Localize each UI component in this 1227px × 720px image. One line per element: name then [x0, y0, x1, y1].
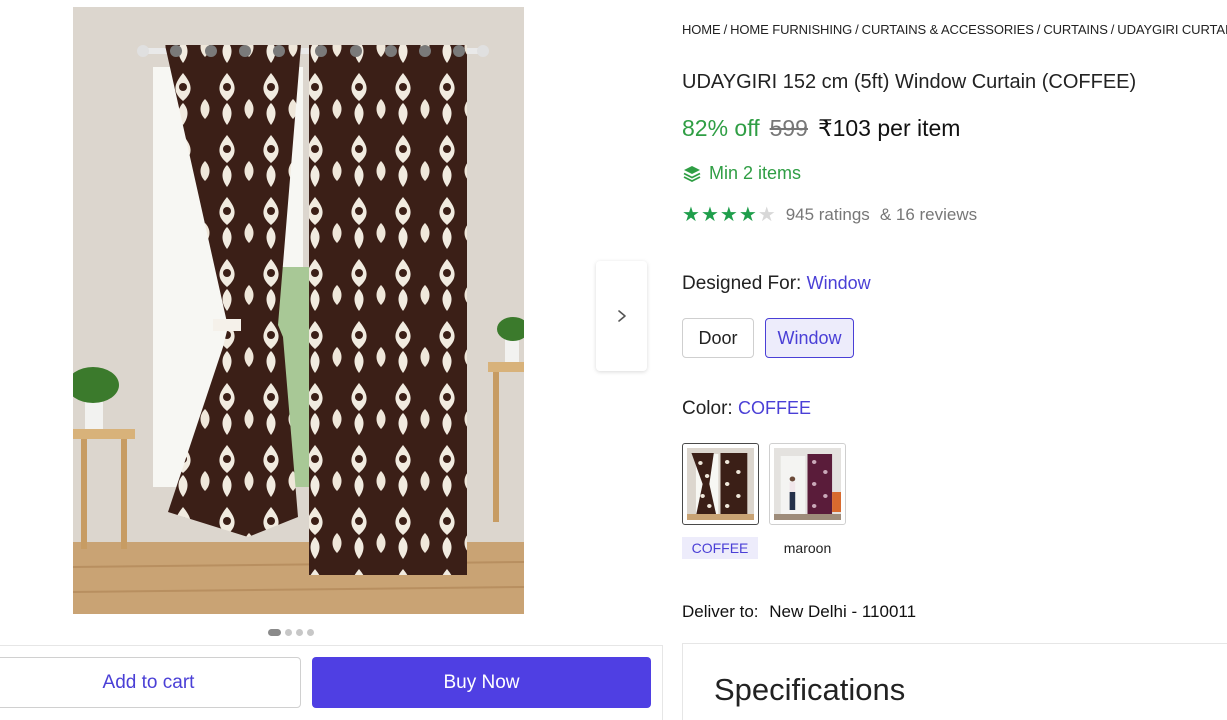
product-gallery: Add to cart Buy Now [0, 0, 665, 720]
carousel-dots [268, 629, 314, 636]
star-rating: ★ ★ ★ ★ ★ [682, 205, 776, 225]
color-swatch-coffee[interactable] [682, 443, 759, 525]
deliver-to-label: Deliver to: [682, 602, 759, 621]
stack-layers-icon [683, 165, 701, 182]
min-items-badge: Min 2 items [682, 163, 801, 184]
option-door[interactable]: Door [682, 318, 754, 358]
color-label: Color: COFFEE [682, 398, 811, 420]
breadcrumb-home[interactable]: HOME [682, 22, 721, 37]
color-swatch-label-coffee[interactable]: COFFEE [682, 537, 758, 559]
curtain-photo [73, 7, 524, 614]
selling-price: ₹103 per item [817, 115, 961, 141]
designed-for-value: Window [806, 273, 871, 293]
star-icon: ★ [738, 204, 757, 226]
delivery-row: Deliver to: New Delhi - 110011 [682, 602, 916, 622]
delivery-location[interactable]: New Delhi - 110011 [769, 602, 916, 621]
color-swatch-label-maroon[interactable]: maroon [769, 537, 846, 559]
mrp-price: 599 [769, 115, 808, 141]
breadcrumb: HOME / HOME FURNISHING / CURTAINS & ACCESSOR… [682, 22, 1227, 37]
product-image[interactable] [73, 7, 524, 614]
breadcrumb-udaygiri-curtain[interactable]: UDAYGIRI CURTAIN [1117, 22, 1227, 37]
carousel-dot[interactable] [296, 629, 303, 636]
discount-label: 82% off [682, 115, 760, 141]
min-items-text: Min 2 items [709, 163, 802, 183]
product-title: UDAYGIRI 152 cm (5ft) Window Curtain (CO… [682, 71, 1137, 93]
buy-now-button[interactable]: Buy Now [312, 657, 651, 708]
carousel-dot[interactable] [307, 629, 314, 636]
breadcrumb-curtains-accessories[interactable]: CURTAINS & ACCESSORIES [862, 22, 1034, 37]
specifications-title: Specifications [714, 672, 906, 707]
breadcrumb-curtains[interactable]: CURTAINS [1043, 22, 1108, 37]
star-icon: ★ [757, 204, 776, 226]
action-bar: Add to cart Buy Now [0, 645, 663, 720]
carousel-dot[interactable] [268, 629, 281, 636]
next-image-button[interactable] [596, 261, 647, 371]
color-swatch-maroon[interactable] [769, 443, 846, 525]
price-row: 82% off 599 ₹103 per item [682, 115, 960, 142]
maroon-curtain-thumbnail [774, 448, 841, 520]
breadcrumb-separator: / [1036, 22, 1041, 37]
breadcrumb-separator: / [723, 22, 728, 37]
carousel-dot[interactable] [285, 629, 292, 636]
designed-for-title: Designed For: [682, 273, 802, 294]
breadcrumb-separator: / [855, 22, 859, 37]
chevron-right-icon [617, 310, 626, 322]
option-window[interactable]: Window [765, 318, 854, 358]
add-to-cart-button[interactable]: Add to cart [0, 657, 301, 708]
designed-for-label: Designed For: Window [682, 273, 871, 295]
ratings-count[interactable]: 945 ratings [786, 205, 870, 225]
product-details: HOME / HOME FURNISHING / CURTAINS & ACCESSOR… [682, 0, 1227, 720]
breadcrumb-separator: / [1110, 22, 1115, 37]
color-title: Color: [682, 398, 733, 419]
star-icon: ★ [682, 204, 700, 226]
star-icon: ★ [719, 204, 738, 226]
specifications-card: Specifications [682, 643, 1227, 720]
star-icon: ★ [700, 204, 719, 226]
coffee-curtain-thumbnail [687, 448, 754, 520]
reviews-count[interactable]: & 16 reviews [880, 205, 977, 225]
color-value: COFFEE [737, 398, 811, 418]
rating-row: ★ ★ ★ ★ ★ 945 ratings & 16 reviews [682, 205, 977, 225]
breadcrumb-home-furnishing[interactable]: HOME FURNISHING [730, 22, 852, 37]
